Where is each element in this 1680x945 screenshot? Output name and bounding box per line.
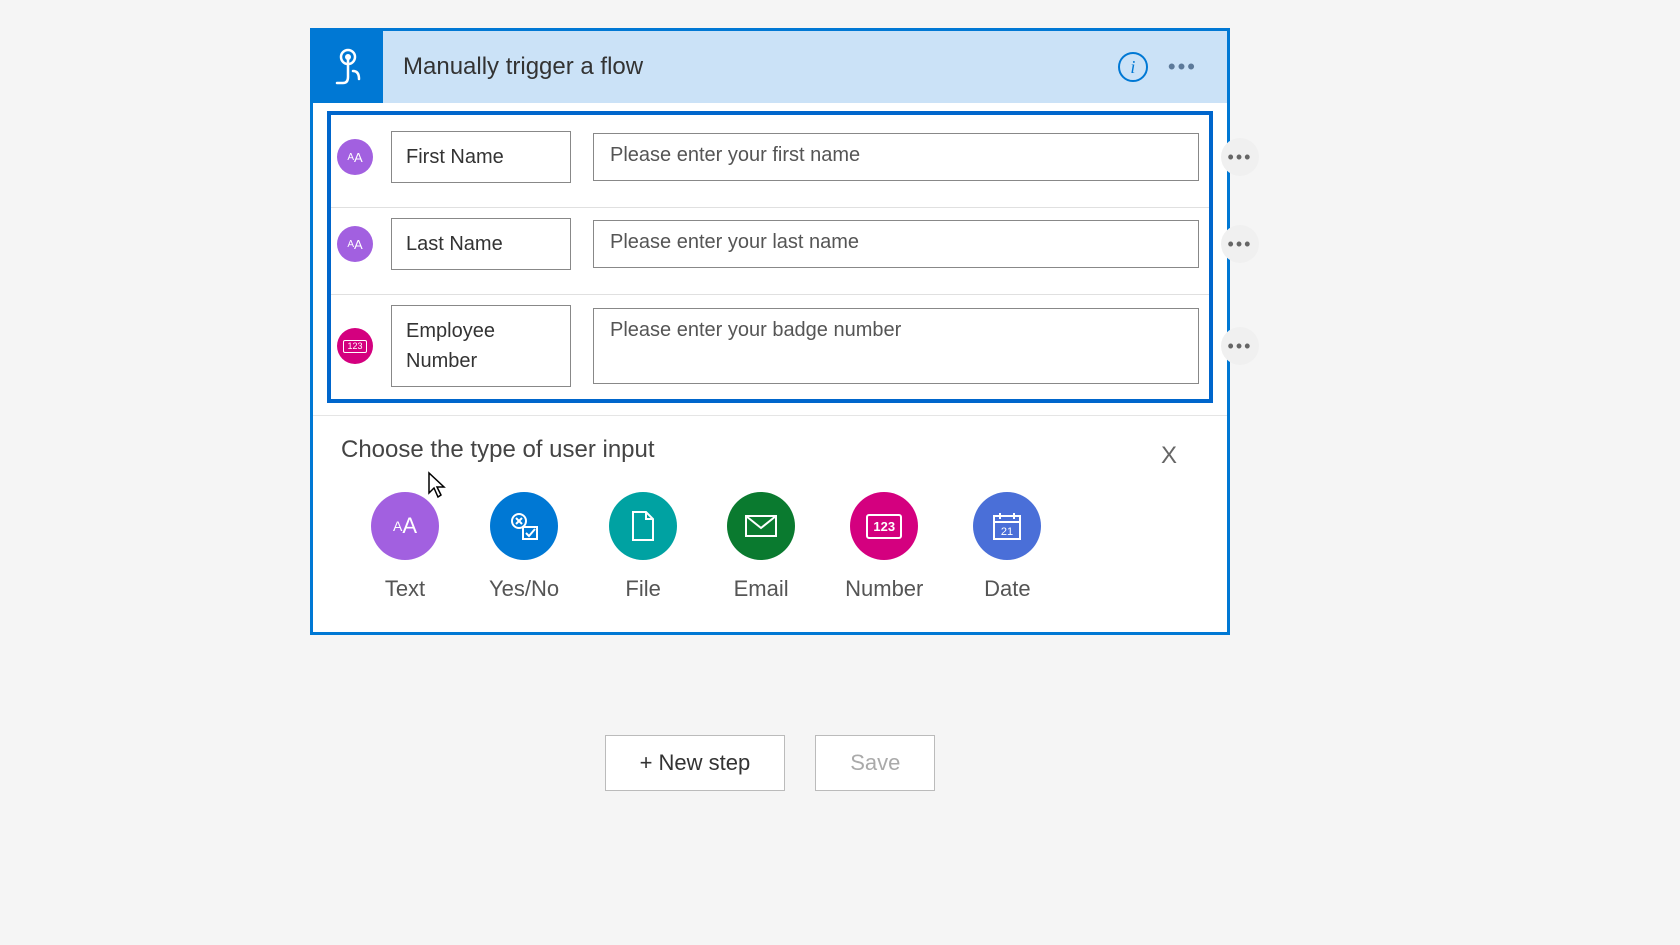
date-icon: 21 [973, 492, 1041, 560]
trigger-icon [313, 31, 383, 103]
svg-text:21: 21 [1001, 526, 1013, 538]
type-option-email[interactable]: Email [727, 492, 795, 602]
footer-actions: + New step Save [310, 735, 1230, 791]
inputs-highlight-box: AA First Name Please enter your first na… [327, 111, 1213, 403]
card-menu-button[interactable]: ••• [1168, 54, 1197, 80]
input-row-menu[interactable]: ••• [1221, 327, 1259, 365]
type-option-text[interactable]: AA Text [371, 492, 439, 602]
text-type-icon: AA [337, 226, 373, 262]
chooser-title: Choose the type of user input [341, 436, 1199, 464]
card-header: Manually trigger a flow i ••• [313, 31, 1227, 103]
type-option-file[interactable]: File [609, 492, 677, 602]
input-row-menu[interactable]: ••• [1221, 138, 1259, 176]
close-chooser-button[interactable]: X [1161, 442, 1177, 470]
input-prompt-field[interactable]: Please enter your first name [593, 133, 1199, 181]
type-option-yesno[interactable]: Yes/No [489, 492, 559, 602]
input-prompt-field[interactable]: Please enter your badge number [593, 308, 1199, 384]
number-type-icon: 123 [337, 328, 373, 364]
input-type-chooser: Choose the type of user input X AA Text … [313, 415, 1227, 632]
input-row-employee-number: 123 Employee Number Please enter your ba… [331, 295, 1209, 399]
yesno-icon [490, 492, 558, 560]
input-name-field[interactable]: Employee Number [391, 305, 571, 387]
input-row-last-name: AA Last Name Please enter your last name… [331, 208, 1209, 295]
input-name-field[interactable]: Last Name [391, 218, 571, 270]
input-row-first-name: AA First Name Please enter your first na… [331, 121, 1209, 208]
new-step-button[interactable]: + New step [605, 735, 786, 791]
email-icon [727, 492, 795, 560]
save-button[interactable]: Save [815, 735, 935, 791]
info-icon[interactable]: i [1118, 52, 1148, 82]
input-row-menu[interactable]: ••• [1221, 225, 1259, 263]
type-option-number[interactable]: 123 Number [845, 492, 923, 602]
input-name-field[interactable]: First Name [391, 131, 571, 183]
trigger-card: Manually trigger a flow i ••• AA First N… [310, 28, 1230, 635]
text-type-icon: AA [337, 139, 373, 175]
number-icon: 123 [850, 492, 918, 560]
trigger-title: Manually trigger a flow [383, 53, 1118, 81]
type-option-date[interactable]: 21 Date [973, 492, 1041, 602]
input-prompt-field[interactable]: Please enter your last name [593, 220, 1199, 268]
file-icon [609, 492, 677, 560]
text-icon: AA [371, 492, 439, 560]
